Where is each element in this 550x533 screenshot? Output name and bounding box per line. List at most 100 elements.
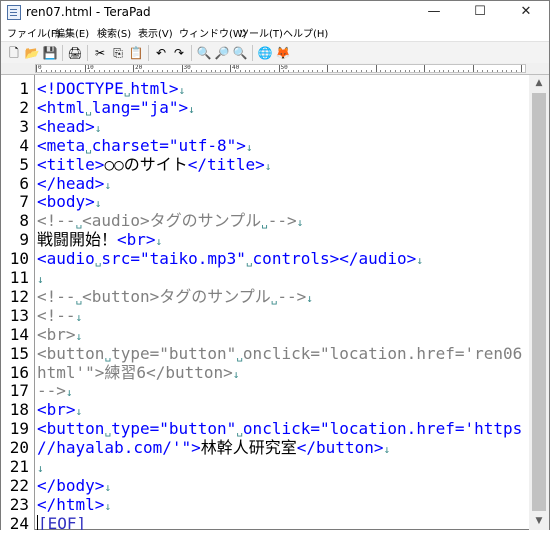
menu-window[interactable]: ウィンドウ(W): [179, 25, 247, 40]
redo-icon[interactable]: ↷: [171, 45, 187, 61]
code-line[interactable]: <body>↓: [37, 192, 101, 211]
code-line[interactable]: <html␣lang="ja">↓: [37, 98, 195, 117]
find-icon[interactable]: 🔍: [196, 45, 212, 61]
code-token: lang="ja">: [91, 97, 189, 117]
code-line[interactable]: </html>↓: [37, 495, 111, 514]
cut-icon[interactable]: ✂: [92, 45, 108, 61]
ruler-tick: [516, 70, 518, 72]
minimize-button[interactable]: —: [411, 1, 457, 24]
code-line[interactable]: ↓: [37, 457, 44, 476]
terapad-app-icon[interactable]: [7, 5, 21, 20]
text-editor[interactable]: <!DOCTYPE␣html>↓ <html␣lang="ja">↓ <head>↓…: [37, 75, 522, 530]
firefox-icon[interactable]: 🦊: [275, 45, 291, 61]
ruler-tick: [487, 70, 489, 72]
code-line[interactable]: <head>↓: [37, 117, 101, 136]
toolbar: 🗋 📂 💾 🖨 ✂ ⎘ 📋 ↶ ↷ 🔍 🔎 🔍 🌐 🦊: [1, 41, 549, 64]
newline-marker: ↓: [75, 310, 83, 324]
code-line[interactable]: [EOF]: [37, 514, 86, 530]
ruler-tick: [162, 70, 164, 72]
code-line[interactable]: <!--␣<audio>タグのサンプル␣-->↓: [37, 211, 303, 230]
find-prev-icon[interactable]: 🔍: [232, 45, 248, 61]
ruler-tick: [385, 70, 387, 72]
line-number-gutter: 1 2 3 4 5 6 7 8 9 10 11 12 13 14 15 16 17 18 19 20 21 22 23 24: [1, 75, 35, 533]
ruler-tick: [99, 70, 101, 72]
scroll-down-arrow[interactable]: ▼: [529, 513, 549, 530]
paste-icon[interactable]: 📋: [128, 45, 144, 61]
newline-marker: ↓: [94, 197, 102, 211]
menu-file[interactable]: ファイル(F): [7, 25, 61, 40]
undo-icon[interactable]: ↶: [153, 45, 169, 61]
scroll-thumb[interactable]: [532, 93, 546, 511]
find-next-icon[interactable]: 🔎: [214, 45, 230, 61]
code-token: onclick="location.href='https:: [242, 419, 522, 439]
ruler-tick: [322, 70, 324, 72]
menu-tools[interactable]: ツール(T): [239, 25, 283, 40]
ruler-tick: [472, 65, 474, 72]
line-number: 11: [9, 268, 29, 287]
code-line[interactable]: <button␣type="button"␣onclick="location.…: [37, 419, 522, 438]
ruler-tick: [307, 70, 309, 72]
code-line[interactable]: html'">練習6</button>↓: [37, 363, 239, 382]
code-line[interactable]: <!--↓: [37, 306, 82, 325]
save-icon[interactable]: 💾: [42, 45, 58, 61]
menu-edit[interactable]: 編集(E): [55, 25, 89, 40]
ruler-tick: [424, 65, 425, 72]
terapad-window: ren07.html - TeraPad — ☐ ✕ ファイル(F) 編集(E)…: [0, 0, 550, 533]
newline-marker: ↓: [155, 235, 163, 249]
code-line[interactable]: -->↓: [37, 381, 73, 400]
code-line[interactable]: </body>↓: [37, 476, 111, 495]
code-token: </html>: [37, 494, 105, 514]
ruler-tick: [273, 70, 275, 72]
code-token: html'">練習6</button>: [37, 362, 233, 382]
scroll-up-arrow[interactable]: ▲: [529, 75, 549, 92]
ruler-tick: [438, 70, 440, 72]
toolbar-separator: [87, 45, 88, 61]
browser-preview-icon[interactable]: 🌐: [257, 45, 273, 61]
ruler-tick: [200, 70, 202, 72]
code-line[interactable]: <audio␣src="taiko.mp3"␣controls></audio>…: [37, 249, 423, 268]
ruler-tick: [65, 70, 67, 72]
ruler-tick: [453, 70, 455, 72]
ruler-tick: [419, 70, 421, 72]
menu-view[interactable]: 表示(V): [138, 25, 173, 40]
open-folder-icon[interactable]: 📂: [24, 45, 40, 61]
code-line[interactable]: <title>○○のサイト</title>↓: [37, 155, 271, 174]
code-token: //hayalab.com/'">: [37, 438, 201, 458]
code-line[interactable]: 戦闘開始！<br>↓: [37, 230, 162, 249]
code-line[interactable]: ↓: [37, 268, 44, 287]
code-line[interactable]: <meta␣charset="utf-8">↓: [37, 136, 253, 155]
code-token: </body>: [37, 475, 105, 495]
newline-marker: ↓: [75, 405, 83, 419]
ruler-label: 40: [232, 64, 240, 71]
ruler-tick: [225, 70, 227, 72]
ruler-tick: [152, 70, 154, 72]
ruler-tick: [142, 70, 144, 72]
line-number: 12: [9, 286, 29, 306]
code-line[interactable]: <!--␣<button>タグのサンプル␣-->↓: [37, 287, 313, 306]
vertical-scrollbar[interactable]: ▲ ▼: [529, 75, 549, 530]
code-line[interactable]: <button␣type="button"␣onclick="location.…: [37, 344, 522, 363]
close-button[interactable]: ✕: [503, 1, 549, 24]
menu-search[interactable]: 検索(S): [97, 25, 131, 40]
print-icon[interactable]: 🖨: [67, 45, 83, 61]
code-line[interactable]: <!DOCTYPE␣html>↓: [37, 79, 185, 98]
ruler-tick: [60, 70, 62, 72]
code-token: <!--: [37, 305, 76, 325]
copy-icon[interactable]: ⎘: [110, 45, 126, 61]
code-token: -->: [277, 286, 307, 306]
code-line[interactable]: </head>↓: [37, 174, 111, 193]
menu-help[interactable]: ヘルプ(H): [283, 25, 328, 40]
maximize-button[interactable]: ☐: [457, 1, 503, 24]
new-file-icon[interactable]: 🗋: [6, 45, 22, 61]
ruler-tick: [278, 65, 280, 72]
code-line[interactable]: //hayalab.com/'">林幹人研究室</button>↓: [37, 438, 390, 457]
ruler-tick: [336, 70, 338, 72]
space-marker: ␣: [261, 216, 268, 230]
title-bar[interactable]: ren07.html - TeraPad — ☐ ✕: [1, 1, 549, 24]
code-line[interactable]: <br>↓: [37, 400, 82, 419]
newline-marker: ↓: [232, 367, 240, 381]
code-line[interactable]: <br>↓: [37, 325, 82, 344]
ruler-tick: [404, 70, 406, 72]
ruler-tick: [365, 70, 367, 72]
line-number: 18: [9, 400, 29, 420]
